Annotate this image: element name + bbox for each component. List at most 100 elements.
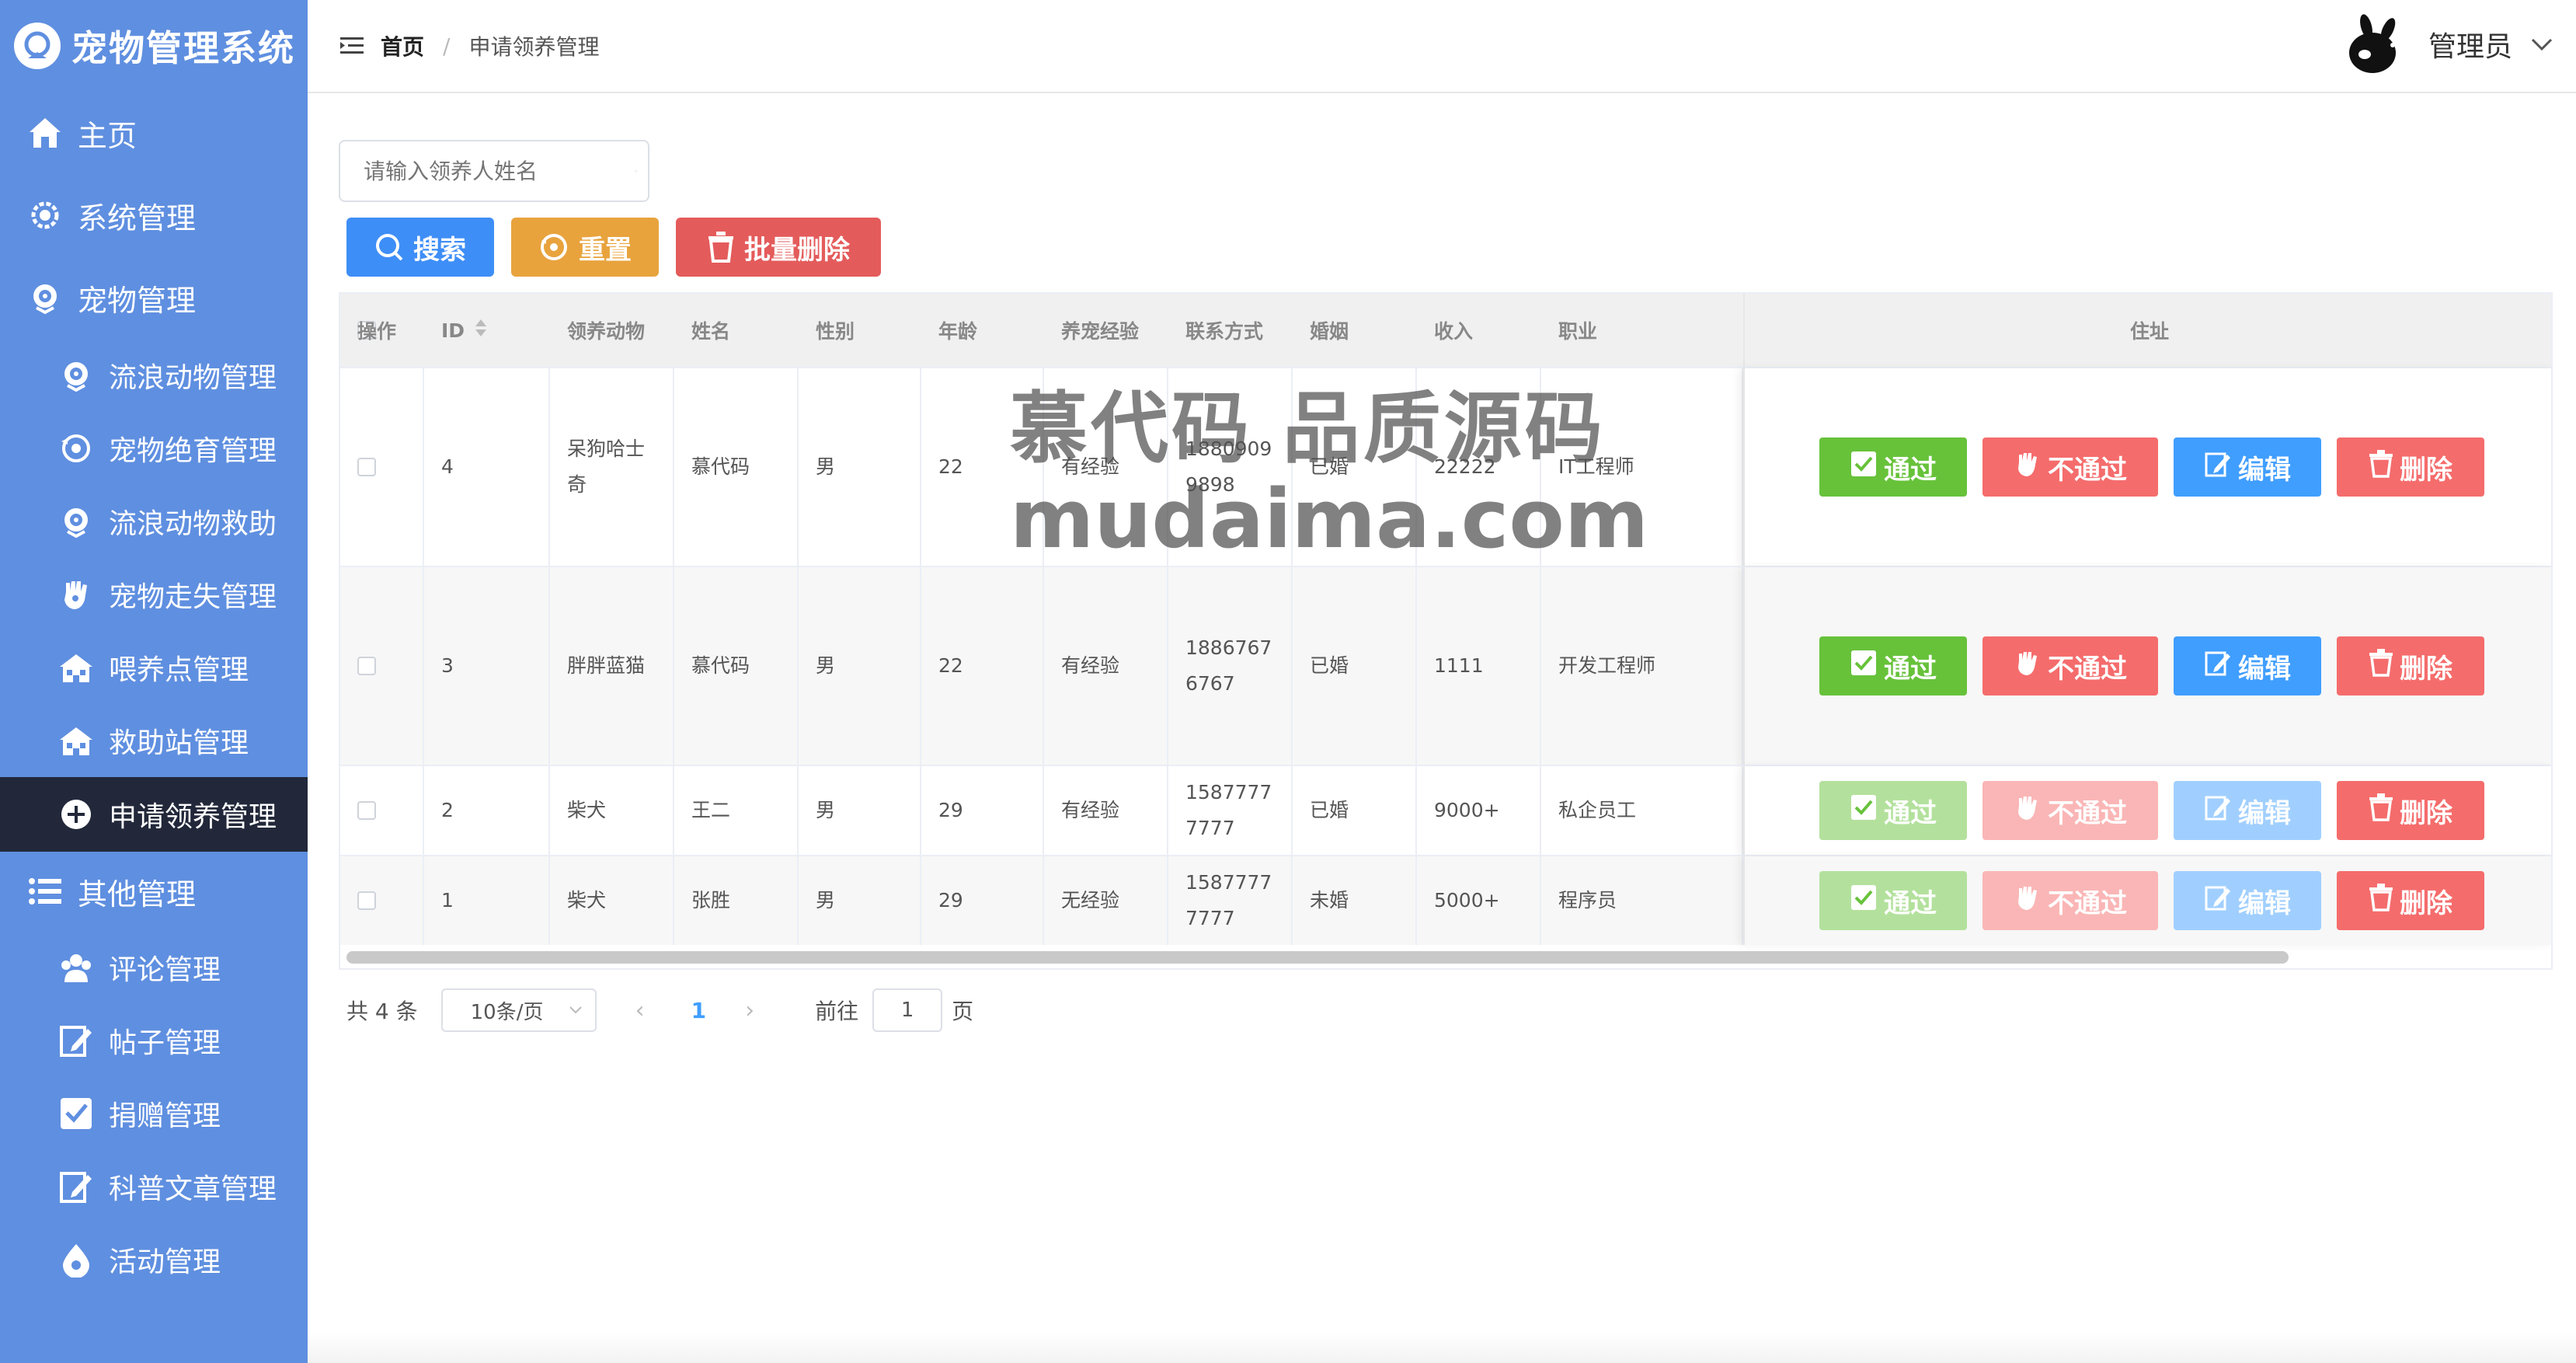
row-actions: 通过 不通过 编辑 删除: [1743, 567, 2551, 765]
sidebar-item-12[interactable]: 帖子管理: [0, 1004, 308, 1077]
chevron-down-icon[interactable]: [2531, 37, 2553, 51]
sidebar-item-6[interactable]: 宠物走失管理: [0, 558, 308, 631]
reject-button-label: 不通过: [2048, 797, 2127, 829]
delete-button[interactable]: 删除: [2337, 636, 2484, 695]
cell-animal: 胖胖蓝猫: [550, 567, 674, 765]
goto-page-input[interactable]: 1: [872, 988, 943, 1032]
breadcrumb-home[interactable]: 首页: [381, 30, 424, 61]
reject-button[interactable]: 不通过: [1982, 871, 2158, 930]
edit-button[interactable]: 编辑: [2174, 437, 2321, 497]
user-menu[interactable]: 管理员: [2343, 11, 2553, 78]
menu-fold-icon[interactable]: [339, 33, 365, 59]
trash-icon: [2369, 449, 2393, 485]
gear-icon: [26, 197, 64, 234]
bottom-shadow: [308, 1332, 2576, 1363]
delete-button[interactable]: 删除: [2337, 437, 2484, 497]
row-checkbox[interactable]: [357, 891, 376, 910]
cell-value: 程序员: [1558, 889, 1617, 912]
column-header-label: 住址: [2129, 320, 2169, 343]
plus-circle-icon: [57, 796, 95, 833]
sidebar-item-13[interactable]: 捐赠管理: [0, 1077, 308, 1150]
refresh-icon: [57, 430, 95, 467]
app-title: 宠物管理系统: [71, 27, 295, 69]
reject-button[interactable]: 不通过: [1982, 636, 2158, 695]
sidebar-item-label: 流浪动物管理: [109, 362, 277, 394]
list-icon: [26, 873, 64, 910]
checkbox-icon: [1850, 649, 1878, 684]
username: 管理员: [2428, 31, 2512, 63]
edit-button[interactable]: 编辑: [2174, 781, 2321, 840]
row-checkbox[interactable]: [357, 657, 376, 675]
sidebar-item-5[interactable]: 流浪动物救助: [0, 485, 308, 558]
cell-phone: 18867676767: [1168, 567, 1293, 765]
sidebar-item-label: 科普文章管理: [109, 1173, 277, 1205]
sidebar-item-1[interactable]: 系统管理: [0, 174, 308, 256]
sidebar-item-0[interactable]: 主页: [0, 92, 308, 174]
horizontal-scrollbar[interactable]: [346, 951, 2289, 964]
search-field[interactable]: [339, 140, 649, 202]
cell-name: 慕代码: [674, 368, 799, 566]
sidebar-item-11[interactable]: 评论管理: [0, 931, 308, 1004]
page-size-select[interactable]: 10条/页: [440, 988, 597, 1032]
toolbar: 搜索 重置 批量删除: [346, 218, 881, 277]
cell-age: 29: [921, 766, 1044, 855]
column-header-label: 操作: [357, 320, 397, 343]
row-select-cell: [340, 368, 424, 566]
reject-button[interactable]: 不通过: [1982, 781, 2158, 840]
sidebar-item-10[interactable]: 其他管理: [0, 852, 308, 931]
cell-job: 开发工程师: [1541, 567, 1743, 765]
table-row: 4呆狗哈士奇慕代码男22有经验18809099898已婚22222IT工程师北京…: [340, 367, 2551, 566]
pass-button[interactable]: 通过: [1819, 437, 1967, 497]
edit-icon: [2204, 649, 2232, 684]
trash-icon: [2369, 648, 2393, 684]
table-row: 1柴犬张胜男29无经验15877777777未婚5000+程序员广州通过不通过编…: [340, 855, 2551, 945]
delete-button[interactable]: 删除: [2337, 871, 2484, 930]
sort-icon[interactable]: [474, 318, 488, 343]
sidebar-item-3[interactable]: 流浪动物管理: [0, 339, 308, 412]
cell-value: 已婚: [1310, 654, 1349, 677]
edit-icon: [2204, 793, 2232, 828]
sidebar-item-7[interactable]: 喂养点管理: [0, 631, 308, 704]
page-number[interactable]: 1: [691, 998, 706, 1023]
sidebar-item-2[interactable]: 宠物管理: [0, 256, 308, 339]
pass-button[interactable]: 通过: [1819, 871, 1967, 930]
search-input[interactable]: [364, 158, 635, 184]
cell-value: 未婚: [1310, 889, 1349, 912]
breadcrumb: 首页 / 申请领养管理: [381, 30, 599, 61]
cell-value: 4: [441, 455, 454, 478]
sidebar-item-14[interactable]: 科普文章管理: [0, 1150, 308, 1223]
row-checkbox[interactable]: [357, 458, 376, 476]
prev-page-button[interactable]: ‹: [635, 997, 645, 1024]
avatar[interactable]: [2343, 11, 2410, 78]
pass-button[interactable]: 通过: [1819, 636, 1967, 695]
cell-value: 有经验: [1061, 654, 1120, 677]
reset-button[interactable]: 重置: [511, 218, 659, 277]
pass-button[interactable]: 通过: [1819, 781, 1967, 840]
column-header[interactable]: ID: [424, 294, 550, 367]
sidebar-item-15[interactable]: 活动管理: [0, 1223, 308, 1296]
column-header-label: 联系方式: [1185, 320, 1264, 343]
sidebar-item-8[interactable]: 救助站管理: [0, 704, 308, 777]
row-checkbox[interactable]: [357, 801, 376, 820]
sidebar-item-label: 系统管理: [78, 200, 197, 235]
edit-button[interactable]: 编辑: [2174, 871, 2321, 930]
column-header: 收入: [1417, 294, 1541, 367]
search-button[interactable]: 搜索: [346, 218, 494, 277]
cell-phone: 18809099898: [1168, 368, 1293, 566]
edit-button[interactable]: 编辑: [2174, 636, 2321, 695]
next-page-button[interactable]: ›: [745, 997, 754, 1024]
reject-button[interactable]: 不通过: [1982, 437, 2158, 497]
edit-button-label: 编辑: [2238, 797, 2291, 829]
column-header-label: 收入: [1434, 320, 1474, 343]
cell-id: 4: [424, 368, 550, 566]
cell-marriage: 已婚: [1293, 567, 1417, 765]
search-icon: [635, 169, 637, 173]
cell-value: 1: [441, 889, 454, 912]
delete-button[interactable]: 删除: [2337, 781, 2484, 840]
batch-delete-button[interactable]: 批量删除: [676, 218, 881, 277]
reject-button-label: 不通过: [2048, 454, 2127, 486]
sidebar-item-4[interactable]: 宠物绝育管理: [0, 412, 308, 485]
cell-value: 22: [938, 455, 963, 478]
cell-exp: 有经验: [1044, 368, 1168, 566]
sidebar-item-9[interactable]: 申请领养管理: [0, 777, 308, 852]
